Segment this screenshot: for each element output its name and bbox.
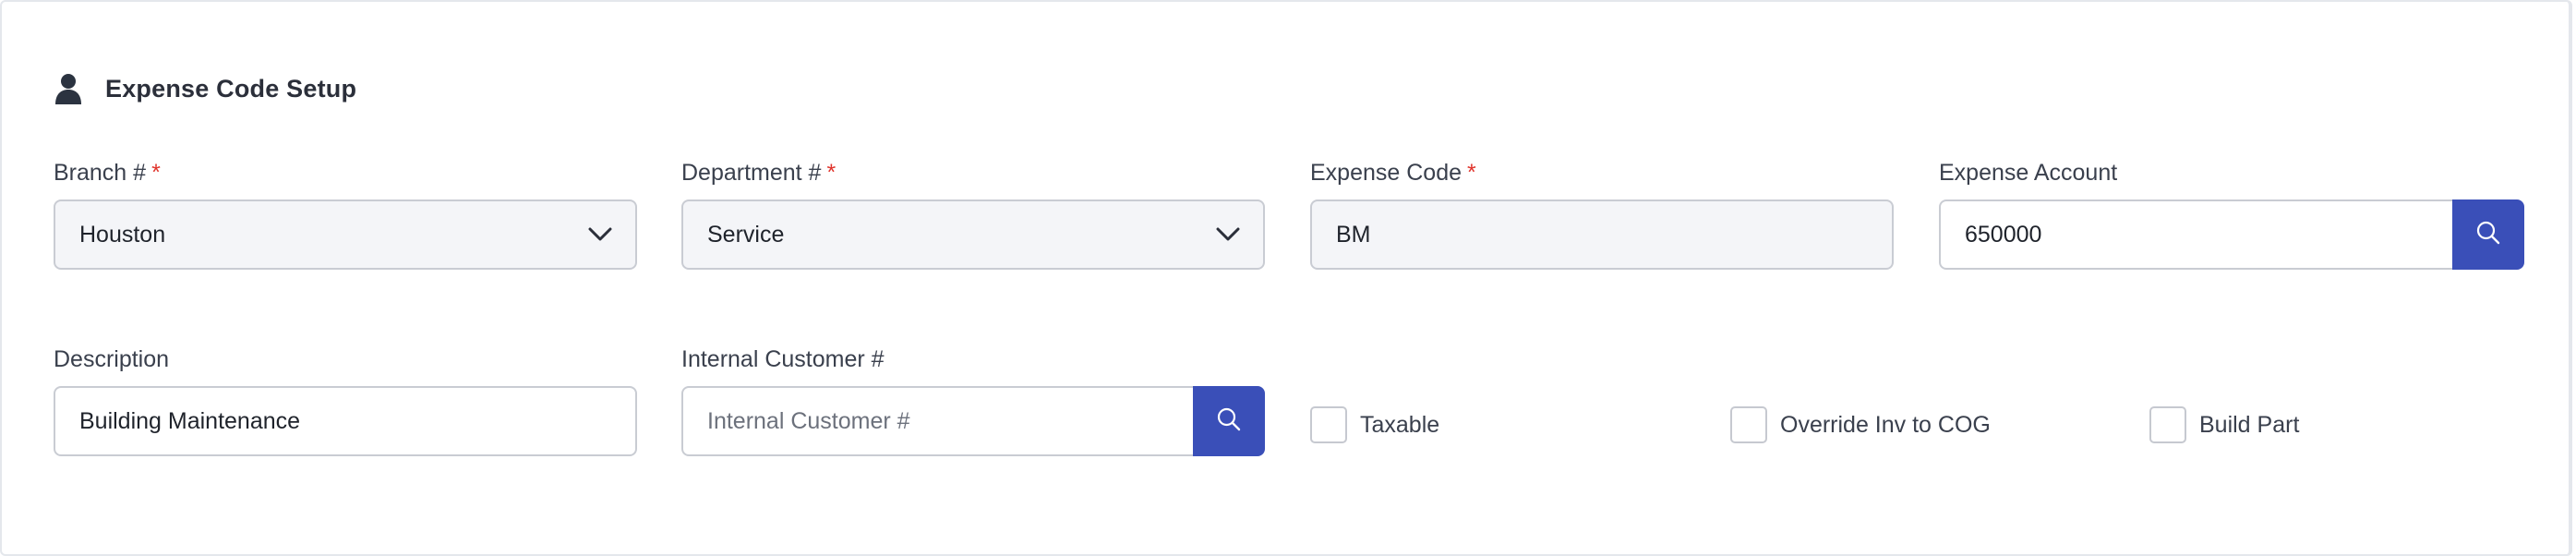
branch-label: Branch # * [54, 160, 161, 186]
search-icon [2475, 220, 2501, 250]
checkbox-box[interactable] [1310, 406, 1347, 443]
internal-customer-label: Internal Customer # [681, 346, 885, 372]
department-select[interactable]: Service [681, 199, 1265, 270]
expense-account-field: Expense Account 650000 [1939, 157, 2524, 272]
taxable-label: Taxable [1360, 411, 1440, 438]
search-icon [1216, 406, 1242, 437]
department-label: Department # * [681, 160, 837, 186]
branch-field: Branch # * Houston [54, 157, 637, 272]
chevron-down-icon [582, 216, 619, 253]
override-inv-to-cog-checkbox[interactable]: Override Inv to COG [1730, 406, 1991, 443]
expense-account-input[interactable]: 650000 [1939, 199, 2454, 270]
expense-code-input[interactable]: BM [1310, 199, 1894, 270]
build-part-checkbox[interactable]: Build Part [2149, 406, 2299, 443]
required-mark: * [1467, 160, 1476, 186]
department-field: Department # * Service [681, 157, 1265, 272]
expense-account-value: 650000 [1965, 221, 2042, 248]
expense-account-label: Expense Account [1939, 160, 2118, 186]
required-mark: * [151, 160, 161, 186]
description-value: Building Maintenance [79, 407, 301, 434]
branch-select-value: Houston [79, 221, 166, 248]
user-icon [54, 72, 83, 105]
description-field: Description Building Maintenance [54, 344, 637, 458]
expense-code-field: Expense Code * BM [1310, 157, 1894, 272]
department-select-value: Service [707, 221, 785, 248]
taxable-checkbox[interactable]: Taxable [1310, 406, 1439, 443]
internal-customer-placeholder: Internal Customer # [707, 407, 910, 434]
chevron-down-icon [1210, 216, 1246, 253]
build-part-label: Build Part [2199, 411, 2300, 438]
description-label: Description [54, 346, 170, 372]
override-inv-to-cog-label: Override Inv to COG [1780, 411, 1991, 438]
checkbox-box[interactable] [1730, 406, 1767, 443]
expense-account-search-button[interactable] [2452, 199, 2524, 270]
section-title: Expense Code Setup [105, 74, 357, 103]
internal-customer-search-button[interactable] [1193, 386, 1265, 456]
expense-code-label: Expense Code * [1310, 160, 1476, 186]
checkbox-box[interactable] [2149, 406, 2186, 443]
internal-customer-input[interactable]: Internal Customer # [681, 386, 1195, 456]
expense-code-setup-panel: Expense Code Setup Branch # * Houston Dep… [0, 0, 2572, 556]
branch-select[interactable]: Houston [54, 199, 637, 270]
section-header: Expense Code Setup [54, 70, 356, 107]
expense-code-value: BM [1336, 221, 1371, 248]
required-mark: * [826, 160, 837, 186]
description-input[interactable]: Building Maintenance [54, 386, 637, 456]
internal-customer-field: Internal Customer # Internal Customer # [681, 344, 1265, 458]
